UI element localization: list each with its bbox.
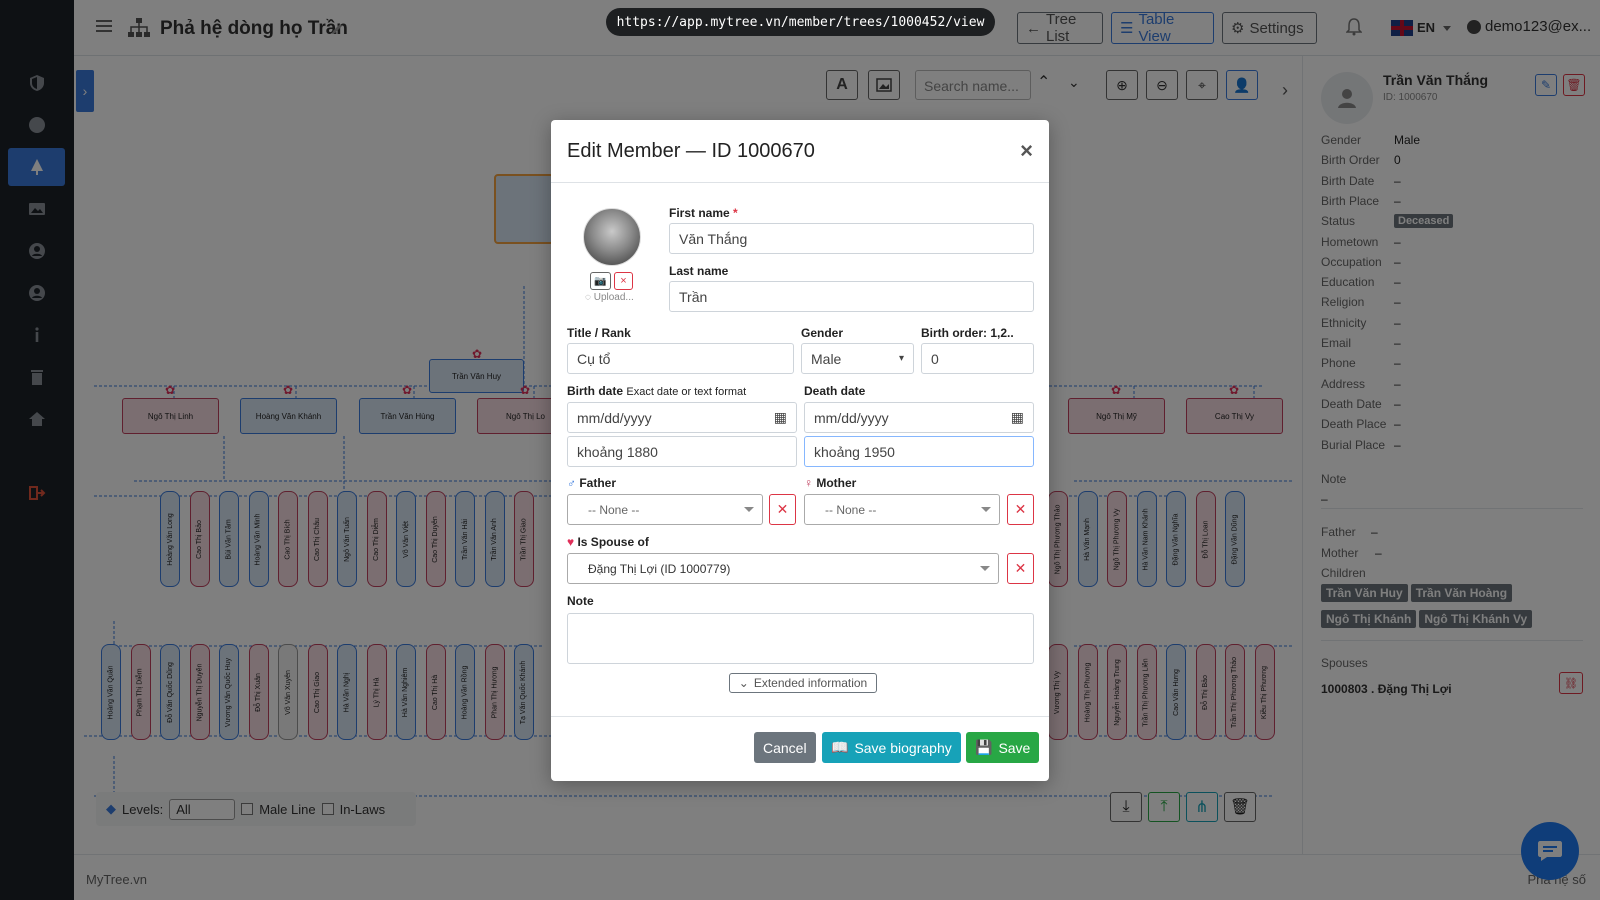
heart-icon: ♥ bbox=[567, 535, 575, 549]
last-name-input[interactable]: Trần bbox=[669, 281, 1034, 312]
close-icon: ✕ bbox=[776, 501, 789, 517]
save-label: Save bbox=[998, 739, 1031, 756]
birth-date-label: Birth date Exact date or text format bbox=[567, 384, 746, 398]
birth-date-label-text: Birth date bbox=[567, 384, 624, 398]
required-mark: * bbox=[733, 206, 738, 220]
member-photo bbox=[583, 208, 641, 266]
father-select[interactable]: -- None -- bbox=[567, 494, 763, 525]
gender-value: Male bbox=[811, 350, 842, 367]
death-text-input[interactable]: khoảng 1950 bbox=[804, 436, 1034, 467]
gender-label: Gender bbox=[801, 326, 844, 340]
note-label: Note bbox=[567, 594, 594, 608]
book-icon: 📖 bbox=[831, 739, 849, 755]
save-button[interactable]: 💾 Save bbox=[966, 732, 1040, 763]
remove-photo-icon[interactable]: × bbox=[614, 272, 633, 290]
modal-header: Edit Member — ID 1000670 × bbox=[551, 120, 1049, 183]
mother-label-text: Mother bbox=[816, 476, 857, 490]
birth-date-input[interactable]: mm/dd/yyyy ▦ bbox=[567, 402, 797, 433]
cancel-button[interactable]: Cancel bbox=[754, 732, 816, 763]
father-label-text: Father bbox=[579, 476, 617, 490]
birth-text-input[interactable]: khoảng 1880 bbox=[567, 436, 797, 467]
floppy-icon: 💾 bbox=[975, 739, 993, 755]
mother-select[interactable]: -- None -- bbox=[804, 494, 1000, 525]
birth-order-label: Birth order: 1,2.. bbox=[921, 326, 1014, 340]
modal-footer: Cancel 📖 Save biography 💾 Save bbox=[551, 716, 1049, 781]
death-date-input[interactable]: mm/dd/yyyy ▦ bbox=[804, 402, 1034, 433]
spinner-icon: ◌ bbox=[585, 292, 591, 303]
first-name-label: First name * bbox=[669, 206, 738, 220]
birth-order-input[interactable]: 0 bbox=[921, 343, 1034, 374]
birth-date-placeholder: mm/dd/yyyy bbox=[577, 409, 652, 426]
male-icon: ♂ bbox=[567, 476, 576, 490]
death-date-label: Death date bbox=[804, 384, 866, 398]
extended-info-button[interactable]: ⌄ Extended information bbox=[729, 673, 877, 693]
title-rank-label: Title / Rank bbox=[567, 326, 631, 340]
title-rank-input[interactable]: Cụ tổ bbox=[567, 343, 794, 374]
calendar-icon[interactable]: ▦ bbox=[774, 409, 787, 426]
camera-icon[interactable]: 📷 bbox=[590, 272, 611, 290]
calendar-icon[interactable]: ▦ bbox=[1011, 409, 1024, 426]
female-icon: ♀ bbox=[804, 476, 813, 490]
close-icon[interactable]: × bbox=[1020, 138, 1033, 164]
death-date-placeholder: mm/dd/yyyy bbox=[814, 409, 889, 426]
first-name-label-text: First name bbox=[669, 206, 730, 220]
first-name-input[interactable]: Văn Thắng bbox=[669, 223, 1034, 254]
mother-label: ♀ Mother bbox=[804, 476, 856, 490]
father-label: ♂ Father bbox=[567, 476, 616, 490]
upload-status: ◌ Upload... bbox=[585, 292, 634, 303]
modal-title: Edit Member — ID 1000670 bbox=[567, 139, 815, 162]
close-icon: ✕ bbox=[1014, 501, 1027, 517]
spouse-label: ♥ Is Spouse of bbox=[567, 535, 649, 549]
extended-label: Extended information bbox=[753, 676, 868, 690]
gender-select[interactable]: Male ▾ bbox=[801, 343, 914, 374]
edit-member-modal: Edit Member — ID 1000670 × 📷 × ◌ Upload.… bbox=[551, 120, 1049, 781]
url-bar: https://app.mytree.vn/member/trees/10004… bbox=[606, 8, 995, 36]
chevron-down-icon: ⌄ bbox=[738, 676, 749, 690]
save-biography-button[interactable]: 📖 Save biography bbox=[822, 732, 961, 763]
birth-date-hint: Exact date or text format bbox=[626, 386, 747, 398]
save-biography-label: Save biography bbox=[854, 739, 952, 756]
upload-label: Upload... bbox=[593, 292, 634, 303]
close-icon: ✕ bbox=[1014, 560, 1027, 576]
note-textarea[interactable] bbox=[567, 613, 1034, 664]
spouse-label-text: Is Spouse of bbox=[577, 535, 649, 549]
spouse-select[interactable]: Đặng Thị Lợi (ID 1000779) bbox=[567, 553, 999, 584]
clear-spouse-button[interactable]: ✕ bbox=[1007, 553, 1034, 584]
chevron-down-icon: ▾ bbox=[898, 353, 904, 364]
last-name-label: Last name bbox=[669, 264, 729, 278]
clear-mother-button[interactable]: ✕ bbox=[1007, 494, 1034, 525]
clear-father-button[interactable]: ✕ bbox=[769, 494, 796, 525]
